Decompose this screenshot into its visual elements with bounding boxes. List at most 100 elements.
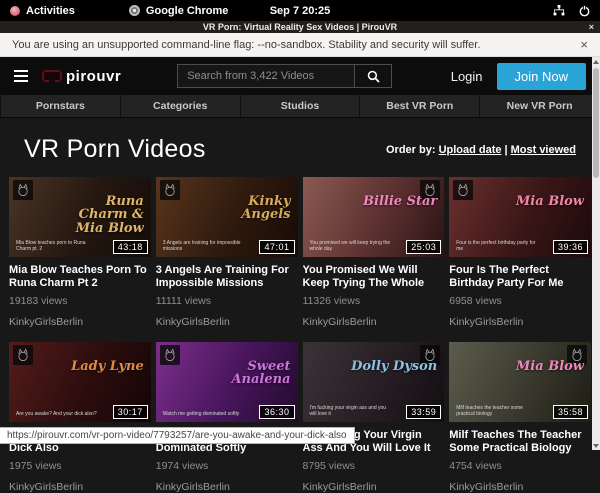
scrollbar-thumb[interactable] <box>593 68 599 178</box>
network-icon[interactable] <box>553 5 565 16</box>
vertical-scrollbar[interactable] <box>592 57 600 450</box>
thumbnail-caption: Four is the perfect birthday party for m… <box>456 240 538 252</box>
page-heading-row: VR Porn Videos Order by: Upload date|Mos… <box>0 118 600 177</box>
search-button[interactable] <box>354 64 392 88</box>
video-card[interactable]: Mia Blow Milf teaches the teacher some p… <box>449 342 591 493</box>
view-count: 4754 views <box>449 460 591 472</box>
video-thumbnail[interactable]: Runa Charm & Mia Blow Mia Blow teaches p… <box>9 177 151 257</box>
focused-app-menu[interactable]: Google Chrome <box>129 5 229 17</box>
nav-item-new-vr-porn[interactable]: New VR Porn <box>480 95 600 117</box>
scroll-down-arrow-icon[interactable] <box>592 441 600 450</box>
view-count: 11111 views <box>156 295 298 307</box>
nav-item-categories[interactable]: Categories <box>121 95 241 117</box>
main-nav: Pornstars Categories Studios Best VR Por… <box>0 95 600 118</box>
nav-item-best-vr-porn[interactable]: Best VR Porn <box>360 95 480 117</box>
duration-badge: 25:03 <box>406 240 441 254</box>
duration-badge: 36:30 <box>259 405 294 419</box>
studio-link[interactable]: KinkyGirlsBerlin <box>156 316 298 328</box>
thumbnail-overlay-title: Lady Lyne <box>71 360 144 374</box>
tab-title[interactable]: VR Porn: Virtual Reality Sex Videos | Pi… <box>203 22 397 32</box>
thumbnail-caption: You promised we will keep trying the who… <box>310 240 392 252</box>
studio-link[interactable]: KinkyGirlsBerlin <box>156 481 298 493</box>
vr-headset-icon <box>42 70 62 82</box>
order-by-most-viewed-link[interactable]: Most viewed <box>511 144 576 156</box>
view-count: 1974 views <box>156 460 298 472</box>
video-card[interactable]: Dolly Dyson I'm fucking your virgin ass … <box>303 342 445 493</box>
nav-item-studios[interactable]: Studios <box>241 95 361 117</box>
duration-badge: 35:58 <box>553 405 588 419</box>
thumbnail-overlay-title: Runa Charm & Mia Blow <box>56 195 144 236</box>
studio-watermark-cat-icon <box>13 345 33 365</box>
video-title[interactable]: 3 Angels Are Training For Impossible Mis… <box>156 264 298 290</box>
thumbnail-overlay-title: Mia Blow <box>516 195 584 209</box>
studio-link[interactable]: KinkyGirlsBerlin <box>303 481 445 493</box>
video-thumbnail[interactable]: Dolly Dyson I'm fucking your virgin ass … <box>303 342 445 422</box>
studio-link[interactable]: KinkyGirlsBerlin <box>9 481 151 493</box>
studio-watermark-cat-icon <box>453 180 473 200</box>
thumbnail-caption: 3 Angels are training for impossible mis… <box>163 240 245 252</box>
thumbnail-overlay-title: Kinky Angels <box>203 195 291 222</box>
studio-link[interactable]: KinkyGirlsBerlin <box>303 316 445 328</box>
thumbnail-caption: Mia Blow teaches porn to Runa Charm pt. … <box>16 240 98 252</box>
thumbnail-caption: Milf teaches the teacher some practical … <box>456 405 538 417</box>
video-title[interactable]: Milf Teaches The Teacher Some Practical … <box>449 429 591 455</box>
power-icon[interactable] <box>579 5 590 17</box>
page-title: VR Porn Videos <box>24 135 206 164</box>
video-thumbnail[interactable]: Sweet Analena Watch me getting dominated… <box>156 342 298 422</box>
video-card[interactable]: Runa Charm & Mia Blow Mia Blow teaches p… <box>9 177 151 328</box>
duration-badge: 47:01 <box>259 240 294 254</box>
thumbnail-overlay-title: Dolly Dyson <box>351 360 437 374</box>
tab-close-icon[interactable]: × <box>589 21 594 33</box>
site-header: pirouvr Login Join Now <box>0 57 600 95</box>
video-thumbnail[interactable]: Mia Blow Milf teaches the teacher some p… <box>449 342 591 422</box>
view-count: 6958 views <box>449 295 591 307</box>
thumbnail-overlay-title: Billie Star <box>363 195 437 209</box>
studio-link[interactable]: KinkyGirlsBerlin <box>9 316 151 328</box>
nav-item-pornstars[interactable]: Pornstars <box>0 95 121 117</box>
view-count: 1975 views <box>9 460 151 472</box>
video-card[interactable]: Lady Lyne Are you awake? And your dick a… <box>9 342 151 493</box>
system-top-bar: Activities Google Chrome Sep 7 20:25 <box>0 0 600 21</box>
view-count: 11326 views <box>303 295 445 307</box>
thumbnail-overlay-title: Sweet Analena <box>203 360 291 387</box>
video-title[interactable]: Mia Blow Teaches Porn To Runa Charm Pt 2 <box>9 264 151 290</box>
activities-button[interactable]: Activities <box>26 5 75 17</box>
order-by-label: Order by: <box>386 144 436 156</box>
video-thumbnail[interactable]: Billie Star You promised we will keep tr… <box>303 177 445 257</box>
studio-watermark-cat-icon <box>13 180 33 200</box>
search-input[interactable] <box>177 64 354 88</box>
order-by: Order by: Upload date|Most viewed <box>386 144 576 156</box>
view-count: 19183 views <box>9 295 151 307</box>
hamburger-menu-icon[interactable] <box>14 70 28 82</box>
thumbnail-caption: I'm fucking your virgin ass and you will… <box>310 405 392 417</box>
search-icon <box>367 70 380 83</box>
infobar-close-icon[interactable]: × <box>580 38 588 51</box>
video-grid: Runa Charm & Mia Blow Mia Blow teaches p… <box>0 177 600 493</box>
scroll-up-arrow-icon[interactable] <box>592 57 600 66</box>
view-count: 8795 views <box>303 460 445 472</box>
duration-badge: 30:17 <box>113 405 148 419</box>
studio-link[interactable]: KinkyGirlsBerlin <box>449 481 591 493</box>
chrome-icon <box>129 5 140 16</box>
status-url-bubble: https://pirouvr.com/vr-porn-video/779325… <box>0 427 355 444</box>
video-card[interactable]: Billie Star You promised we will keep tr… <box>303 177 445 328</box>
focused-app-label: Google Chrome <box>146 5 229 17</box>
order-by-upload-date-link[interactable]: Upload date <box>439 144 502 156</box>
clock[interactable]: Sep 7 20:25 <box>0 5 600 17</box>
video-card[interactable]: Kinky Angels 3 Angels are training for i… <box>156 177 298 328</box>
thumbnail-caption: Are you awake? And your dick also? <box>16 411 98 417</box>
duration-badge: 33:59 <box>406 405 441 419</box>
video-thumbnail[interactable]: Lady Lyne Are you awake? And your dick a… <box>9 342 151 422</box>
video-card[interactable]: Sweet Analena Watch me getting dominated… <box>156 342 298 493</box>
activities-indicator-icon <box>10 6 20 16</box>
duration-badge: 39:36 <box>553 240 588 254</box>
studio-link[interactable]: KinkyGirlsBerlin <box>449 316 591 328</box>
video-title[interactable]: Four Is The Perfect Birthday Party For M… <box>449 264 591 290</box>
join-now-button[interactable]: Join Now <box>497 63 586 90</box>
video-thumbnail[interactable]: Kinky Angels 3 Angels are training for i… <box>156 177 298 257</box>
login-link[interactable]: Login <box>451 69 483 84</box>
video-thumbnail[interactable]: Mia Blow Four is the perfect birthday pa… <box>449 177 591 257</box>
video-title[interactable]: You Promised We Will Keep Trying The Who… <box>303 264 445 290</box>
video-card[interactable]: Mia Blow Four is the perfect birthday pa… <box>449 177 591 328</box>
site-logo[interactable]: pirouvr <box>42 68 121 85</box>
